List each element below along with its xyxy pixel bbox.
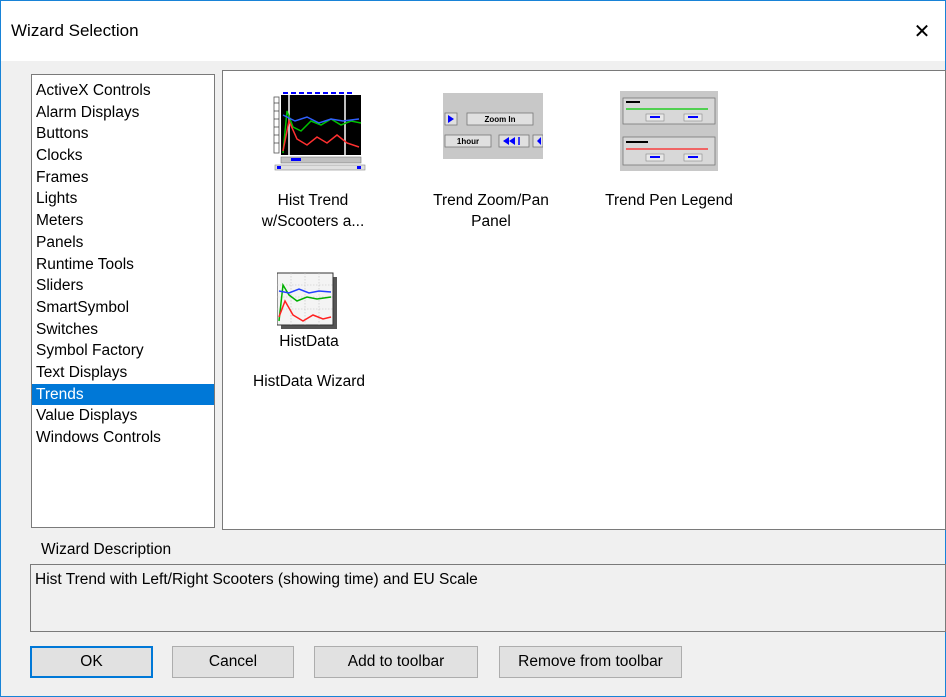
wizard-item-hist-trend[interactable]: Hist Trend w/Scooters a... — [243, 91, 383, 241]
category-item[interactable]: Text Displays — [32, 362, 214, 384]
description-label: Wizard Description — [41, 541, 172, 558]
wizard-caption: Trend Pen Legend — [605, 192, 733, 209]
category-item[interactable]: Value Displays — [32, 405, 214, 427]
category-item[interactable]: Runtime Tools — [32, 254, 214, 276]
wizard-item-trend-pen-legend[interactable]: Trend Pen Legend — [589, 91, 749, 241]
svg-text:Zoom In: Zoom In — [484, 115, 515, 124]
wizard-selection-dialog: Wizard Selection ✕ ActiveX Controls Alar… — [0, 0, 946, 697]
category-item[interactable]: Frames — [32, 167, 214, 189]
category-item[interactable]: Lights — [32, 188, 214, 210]
remove-from-toolbar-button[interactable]: Remove from toolbar — [499, 646, 682, 678]
trend-zoom-pan-icon: Zoom In 1hour — [443, 93, 543, 159]
svg-text:1hour: 1hour — [457, 137, 479, 146]
category-item[interactable]: ActiveX Controls — [32, 80, 214, 102]
category-item[interactable]: Switches — [32, 319, 214, 341]
wizard-item-histdata[interactable]: HistData HistData Wizard — [239, 271, 379, 401]
category-item[interactable]: Panels — [32, 232, 214, 254]
category-item[interactable]: Meters — [32, 210, 214, 232]
close-button[interactable]: ✕ — [899, 1, 945, 61]
histdata-icon — [277, 272, 337, 329]
wizard-caption: Hist Trend — [277, 192, 349, 209]
wizard-caption: w/Scooters a... — [261, 213, 365, 230]
hist-trend-icon — [273, 92, 366, 171]
wizard-gallery: Hist Trend w/Scooters a... Zoom In 1hour… — [222, 70, 946, 530]
category-item[interactable]: Windows Controls — [32, 427, 214, 449]
category-item[interactable]: SmartSymbol — [32, 297, 214, 319]
category-item[interactable]: Symbol Factory — [32, 340, 214, 362]
dialog-title: Wizard Selection — [11, 21, 139, 40]
title-bar: Wizard Selection ✕ — [1, 1, 945, 61]
category-item[interactable]: Buttons — [32, 123, 214, 145]
category-item[interactable]: Sliders — [32, 275, 214, 297]
wizard-caption: HistData Wizard — [253, 373, 365, 390]
wizard-caption: HistData — [279, 333, 339, 350]
cancel-button[interactable]: Cancel — [172, 646, 294, 678]
trend-pen-legend-icon — [620, 91, 718, 171]
category-item[interactable]: Alarm Displays — [32, 102, 214, 124]
ok-button[interactable]: OK — [30, 646, 153, 678]
category-list[interactable]: ActiveX Controls Alarm Displays Buttons … — [31, 74, 215, 528]
wizard-caption: Trend Zoom/Pan — [433, 192, 549, 209]
category-item[interactable]: Clocks — [32, 145, 214, 167]
description-box: Hist Trend with Left/Right Scooters (sho… — [30, 564, 946, 632]
add-to-toolbar-button[interactable]: Add to toolbar — [314, 646, 478, 678]
close-icon: ✕ — [913, 20, 931, 43]
wizard-caption: Panel — [471, 213, 511, 230]
category-item-selected[interactable]: Trends — [32, 383, 214, 406]
wizard-item-trend-zoom-pan[interactable]: Zoom In 1hour Trend Zoom/Pan Panel — [411, 91, 571, 241]
